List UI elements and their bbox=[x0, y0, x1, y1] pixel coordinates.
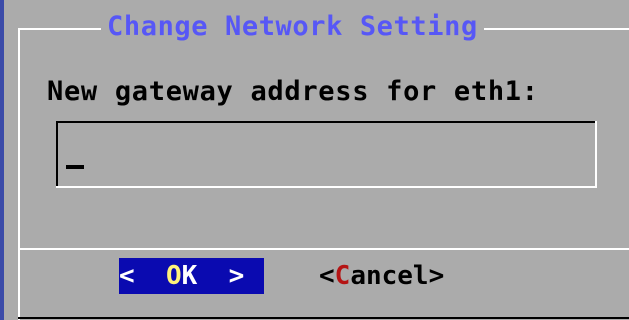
ok-button-hotkey: O bbox=[165, 261, 182, 291]
text-cursor bbox=[66, 165, 84, 169]
ok-button-rest: K bbox=[181, 261, 198, 291]
prompt-label: New gateway address for eth1: bbox=[47, 76, 539, 107]
cancel-button[interactable]: <Cancel> bbox=[319, 258, 444, 294]
dialog-bottom-border bbox=[18, 317, 629, 319]
gateway-address-input[interactable] bbox=[56, 121, 597, 188]
ok-button-open: < bbox=[119, 261, 166, 291]
ok-button[interactable]: < OK > bbox=[119, 258, 264, 294]
cancel-button-hotkey: C bbox=[334, 261, 351, 291]
ok-button-close: > bbox=[197, 261, 245, 291]
dialog-title: Change Network Setting bbox=[101, 8, 484, 46]
button-area-divider bbox=[18, 248, 629, 250]
dialog-left-border bbox=[18, 28, 20, 320]
cancel-button-close: > bbox=[428, 261, 445, 291]
dialog: Change Network Setting New gateway addre… bbox=[0, 0, 629, 320]
gateway-address-field[interactable] bbox=[56, 121, 597, 188]
cancel-button-open: < bbox=[319, 261, 335, 291]
cancel-button-rest: ancel bbox=[350, 261, 429, 291]
dialog-left-edge bbox=[0, 0, 4, 320]
